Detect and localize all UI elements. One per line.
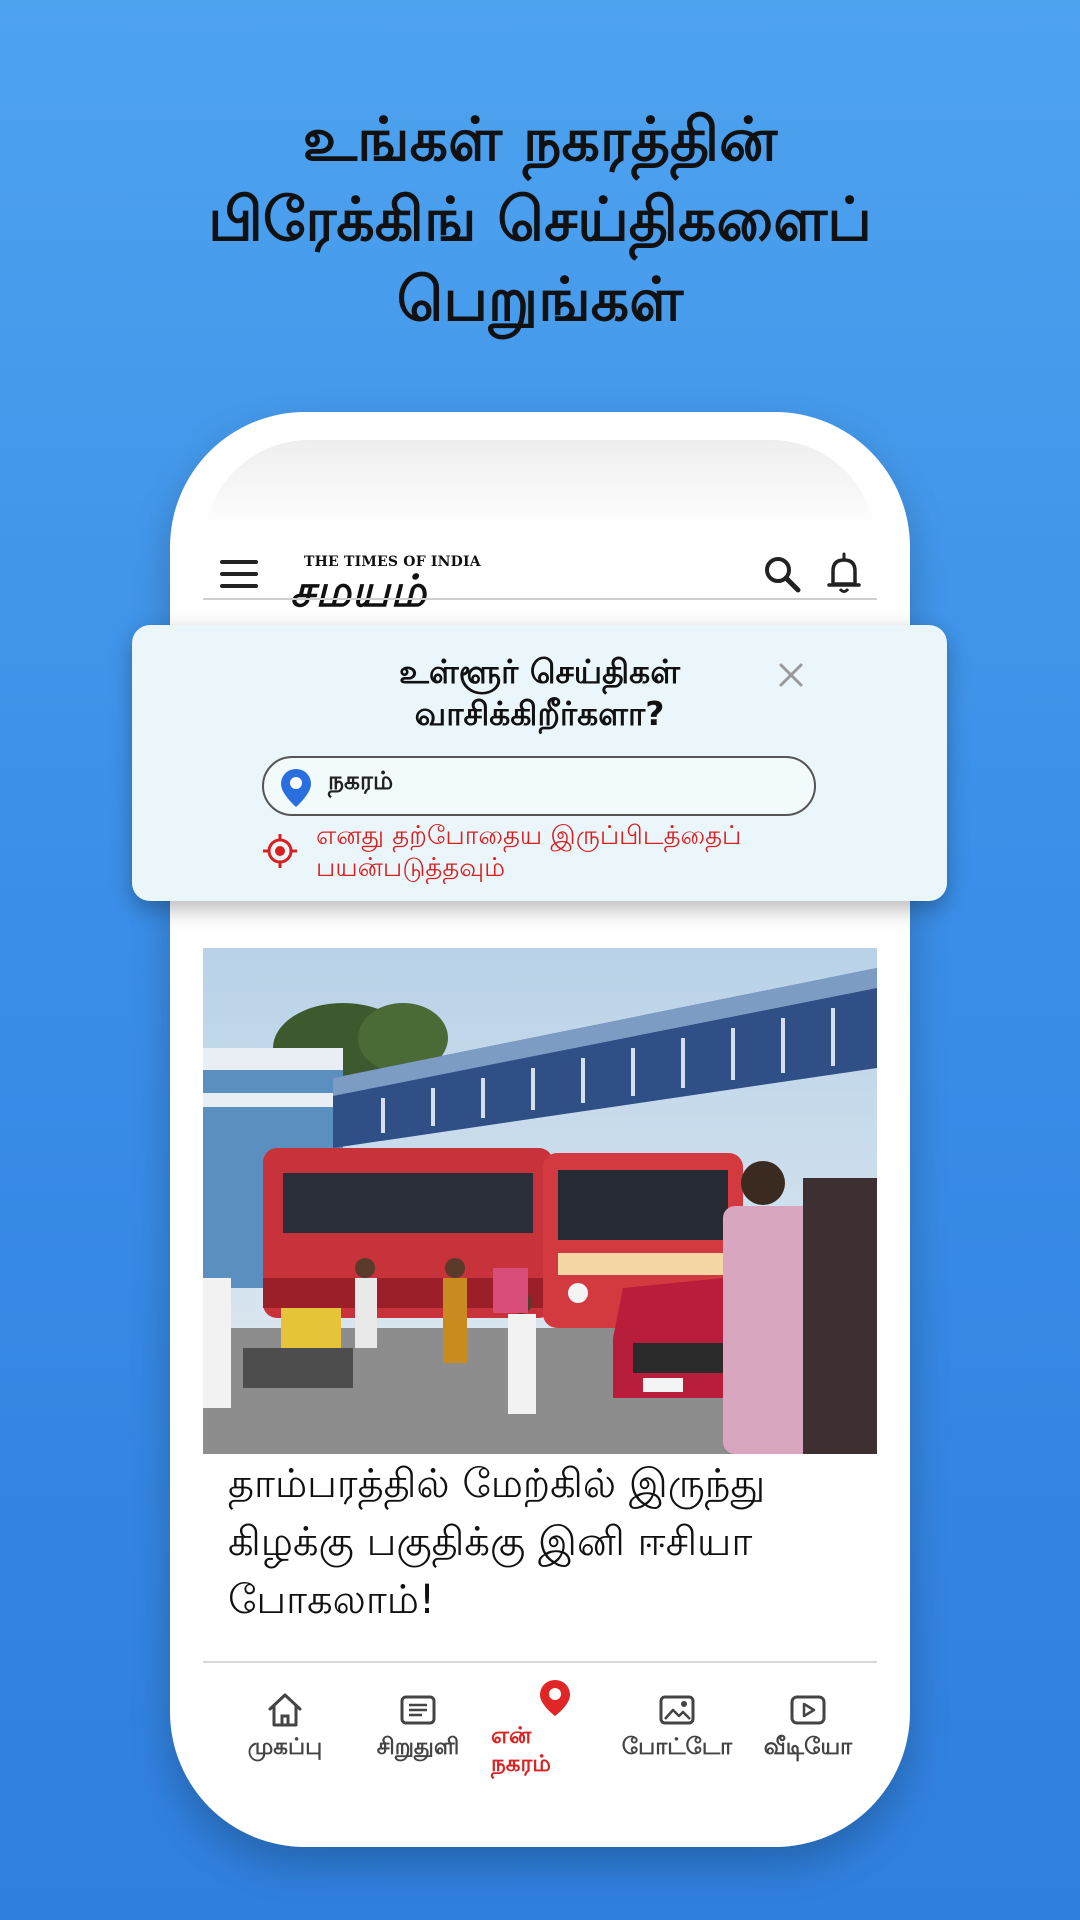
article-title[interactable]: தாம்பரத்தில் மேற்கில் இருந்து கிழக்கு பக… (228, 1455, 868, 1629)
nav-label-photo: போட்டோ (621, 1734, 733, 1760)
nav-label-home: முகப்பு (247, 1734, 323, 1760)
nav-label-shorts: சிறுதுளி (376, 1734, 460, 1760)
close-icon[interactable] (777, 661, 805, 689)
app-logo[interactable]: சமயம் (290, 566, 427, 623)
location-pin-icon (540, 1680, 570, 1716)
nav-item-my-city[interactable]: என் நகரம் (491, 1668, 581, 1778)
photo-icon (659, 1695, 695, 1725)
gps-target-icon[interactable] (262, 833, 298, 869)
popup-title-line2: வாசிக்கிறீர்களா? (414, 694, 665, 733)
city-search-field[interactable]: நகரம் (262, 756, 816, 816)
article-image[interactable] (203, 948, 877, 1454)
city-placeholder: நகரம் (328, 766, 394, 795)
header-divider (203, 598, 877, 600)
bus-stand-scene (203, 948, 877, 1454)
promo-headline-line2: பிரேக்கிங் செய்திகளைப் (208, 185, 872, 255)
promo-headline: உங்கள் நகரத்தின் பிரேக்கிங் செய்திகளைப் … (0, 100, 1080, 340)
promo-headline-line1: உங்கள் நகரத்தின் (302, 105, 778, 175)
local-news-popup: உள்ளூர் செய்திகள் வாசிக்கிறீர்களா? நகரம்… (132, 625, 947, 901)
use-current-location-link[interactable]: எனது தற்போதைய இருப்பிடத்தைப் பயன்படுத்தவ… (316, 820, 816, 884)
nav-divider (203, 1661, 877, 1663)
home-icon (268, 1693, 302, 1727)
location-pin-icon (281, 769, 311, 807)
nav-item-photo[interactable]: போட்டோ (621, 1668, 733, 1763)
promo-headline-line3: பெறுங்கள் (396, 265, 684, 335)
nav-item-video[interactable]: வீடியோ (758, 1668, 858, 1763)
nav-label-my-city-line2: நகரம் (491, 1751, 551, 1777)
nav-label-my-city-line1: என் (491, 1723, 532, 1749)
menu-icon[interactable] (220, 560, 258, 590)
nav-label-video: வீடியோ (763, 1734, 853, 1760)
nav-item-shorts[interactable]: சிறுதுளி (363, 1668, 473, 1763)
search-icon[interactable] (762, 554, 802, 594)
gps-text-line1: எனது தற்போதைய இருப்பிடத்தைப் (316, 821, 742, 851)
video-icon (790, 1695, 826, 1725)
bottom-nav: முகப்பு சிறுதுளி என் நகரம் போட்டோ வீடியோ (203, 1668, 877, 1788)
bell-icon[interactable] (824, 552, 864, 596)
nav-item-home[interactable]: முகப்பு (245, 1668, 325, 1763)
popup-title: உள்ளூர் செய்திகள் வாசிக்கிறீர்களா? (132, 651, 947, 735)
gps-text-line2: பயன்படுத்தவும் (316, 853, 506, 883)
popup-title-line1: உள்ளூர் செய்திகள் (398, 652, 681, 691)
news-icon (400, 1695, 436, 1725)
app-header: THE TIMES OF INDIA சமயம் (204, 500, 876, 617)
